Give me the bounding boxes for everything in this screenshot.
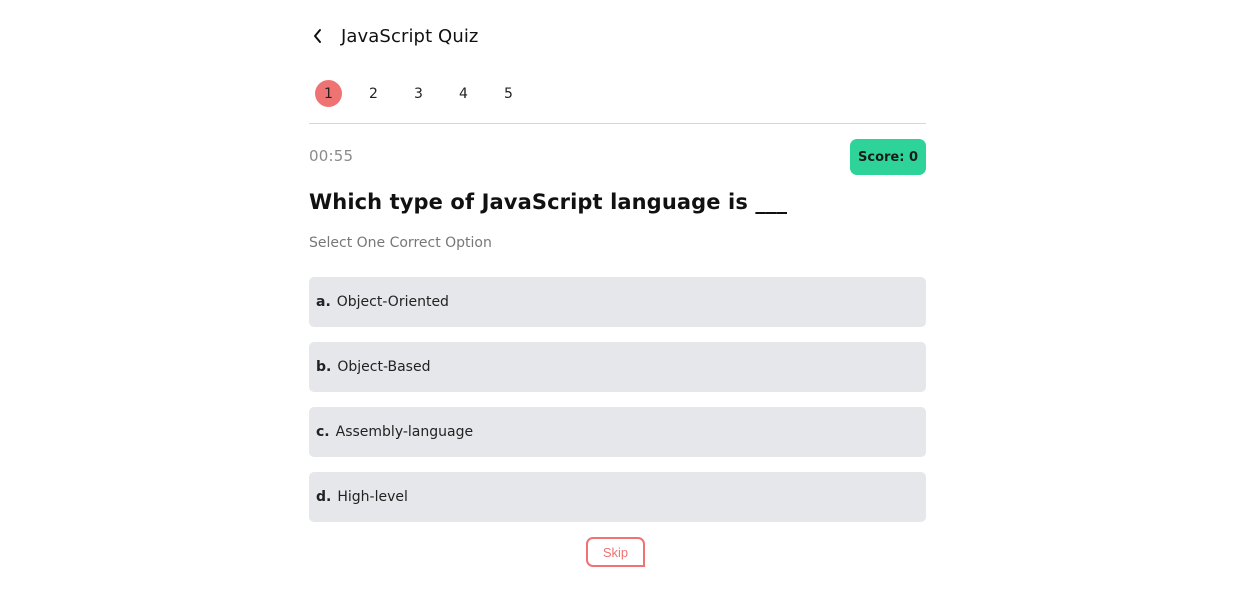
question-text: Which type of JavaScript language is ___: [309, 190, 788, 214]
chevron-left-icon: [314, 29, 321, 43]
skip-button[interactable]: Skip: [586, 537, 645, 567]
option-text: Object-Based: [337, 359, 431, 375]
option-a[interactable]: a. Object-Oriented: [309, 277, 926, 327]
question-stepper: 1 2 3 4 5: [315, 80, 540, 107]
option-letter: b.: [316, 359, 332, 375]
option-c[interactable]: c. Assembly-language: [309, 407, 926, 457]
step-2[interactable]: 2: [360, 80, 387, 107]
quiz-page: JavaScript Quiz 1 2 3 4 5 00:55 Score: 0…: [0, 0, 1234, 598]
back-button[interactable]: [308, 22, 328, 50]
score-badge: Score: 0: [850, 139, 926, 175]
option-text: Object-Oriented: [336, 294, 449, 310]
option-letter: a.: [316, 294, 331, 310]
options-list: a. Object-Oriented b. Object-Based c. As…: [309, 277, 926, 537]
step-1[interactable]: 1: [315, 80, 342, 107]
step-5[interactable]: 5: [495, 80, 522, 107]
option-letter: d.: [316, 489, 332, 505]
step-3[interactable]: 3: [405, 80, 432, 107]
page-title: JavaScript Quiz: [341, 25, 479, 47]
option-text: Assembly-language: [335, 424, 474, 440]
quiz-header: JavaScript Quiz: [309, 22, 478, 50]
countdown-timer: 00:55: [309, 147, 354, 165]
divider: [309, 123, 926, 124]
option-letter: c.: [316, 424, 330, 440]
option-text: High-level: [337, 489, 408, 505]
step-4[interactable]: 4: [450, 80, 477, 107]
option-b[interactable]: b. Object-Based: [309, 342, 926, 392]
instruction-text: Select One Correct Option: [309, 235, 492, 251]
option-d[interactable]: d. High-level: [309, 472, 926, 522]
